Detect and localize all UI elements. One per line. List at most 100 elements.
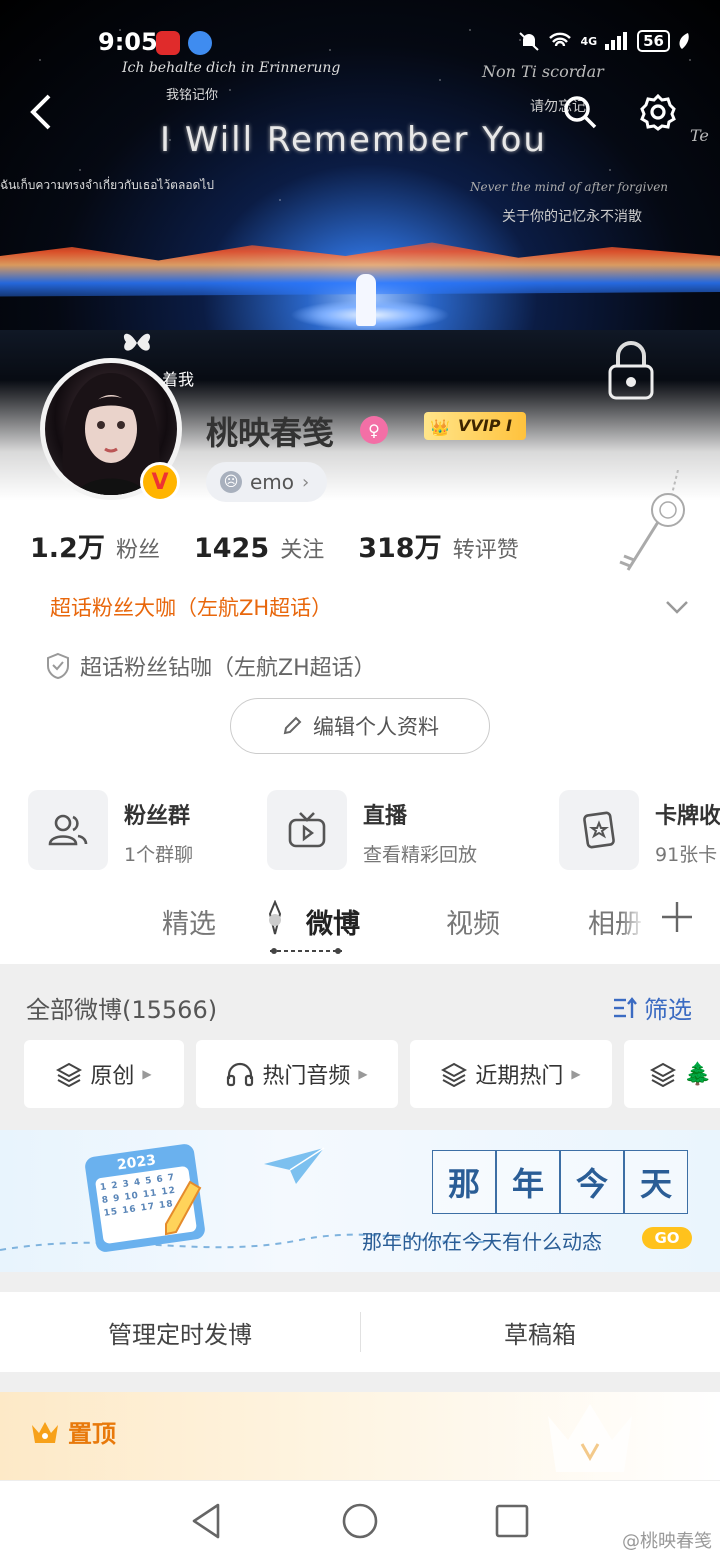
pencil-decoration-icon (165, 1180, 202, 1236)
chip-original-label: 原创 (90, 1064, 135, 1089)
memory-banner[interactable]: 2023 1 2 3 4 5 6 78 9 10 11 12 15 16 17 1… (0, 1130, 720, 1272)
feature-live[interactable]: 直播 查看精彩回放 (267, 790, 537, 870)
memory-go-button[interactable]: GO (642, 1227, 692, 1249)
edit-profile-label: 编辑个人资料 (313, 715, 439, 739)
signal-icon (605, 32, 628, 50)
sad-face-icon: ☹ (220, 471, 242, 493)
memory-char-4: 天 (624, 1150, 688, 1214)
scheduled-posts-button[interactable]: 管理定时发博 (0, 1292, 360, 1372)
butterfly-decoration-icon (123, 333, 151, 351)
banner-text-german: Ich behalte dich in Erinnerung (122, 60, 341, 76)
vvip-badge[interactable]: 👑 VVIP I (424, 412, 526, 440)
card-star-icon (583, 811, 615, 849)
stat-interactions[interactable]: 318万 转评赞 (358, 526, 518, 565)
settings-button[interactable] (638, 92, 678, 132)
memory-char-3: 今 (560, 1150, 624, 1214)
stat-following[interactable]: 1425 关注 (194, 532, 324, 564)
stats-row: 1.2万 粉丝 1425 关注 318万 转评赞 (30, 526, 519, 565)
battery-level: 56 (637, 30, 670, 52)
search-button[interactable] (560, 92, 600, 132)
super-topic-badge-secondary[interactable]: 超话粉丝钻咖（左航ZH超话） (46, 650, 376, 682)
feature-fan-group[interactable]: 粉丝群 1个群聊 (28, 790, 248, 870)
headphones-icon (227, 1062, 254, 1087)
vvip-label: VVIP I (458, 416, 512, 435)
weibo-watermark: @桃映春笺 (622, 1531, 712, 1552)
chip-tree-label: 🌲 (684, 1061, 712, 1087)
triangle-right-icon: ▶ (358, 1067, 368, 1081)
network-type: 4G (580, 34, 598, 48)
tab-featured[interactable]: 精选 (162, 902, 216, 941)
filter-button[interactable]: 筛选 (612, 990, 692, 1025)
back-arrow-icon (30, 94, 51, 130)
stat-following-label: 关注 (280, 538, 325, 563)
mood-status[interactable]: ☹ emo › (206, 462, 328, 502)
tab-weibo[interactable]: 微博 (306, 902, 360, 941)
super-topic-badge-primary[interactable]: 超话粉丝大咖（左航ZH超话） (50, 592, 332, 622)
super-topic-badge-secondary-label: 超话粉丝钻咖（左航ZH超话） (80, 656, 376, 681)
feature-live-title: 直播 (363, 804, 408, 829)
browser-app-icon (188, 31, 212, 55)
chevron-right-icon: › (302, 471, 310, 493)
status-time: 9:05 (98, 28, 158, 56)
stat-interactions-label: 转评赞 (452, 538, 519, 563)
paper-plane-icon (264, 1147, 325, 1184)
post-management: 管理定时发博 草稿箱 (0, 1292, 720, 1372)
tab-video[interactable]: 视频 (446, 902, 500, 941)
profile-page: Ich behalte dich in Erinnerung 我铭记你 I Wi… (0, 0, 720, 1560)
gear-icon (640, 93, 676, 131)
feature-live-sub: 查看精彩回放 (363, 844, 478, 866)
crown-icon: 👑 (430, 418, 450, 437)
edit-profile-button[interactable]: 编辑个人资料 (230, 698, 490, 754)
nav-recents-icon[interactable] (492, 1501, 532, 1541)
pinned-section[interactable]: 置顶 (0, 1392, 720, 1482)
filter-label: 筛选 (644, 996, 692, 1024)
cards-icon-box (559, 790, 639, 870)
drafts-button[interactable]: 草稿箱 (360, 1292, 720, 1372)
wifi-icon (549, 32, 572, 47)
mute-bell-icon (519, 32, 540, 51)
key-decoration-icon (619, 470, 685, 571)
chip-tree[interactable]: 🌲 (624, 1040, 720, 1108)
layers-icon (441, 1062, 468, 1087)
stat-followers[interactable]: 1.2万 粉丝 (30, 526, 160, 565)
triangle-right-icon: ▶ (142, 1067, 152, 1081)
crown-watermark-icon (548, 1404, 632, 1472)
stat-followers-count: 1.2万 (30, 533, 105, 564)
banner-text-te: Te (690, 126, 709, 145)
chip-recent-hot[interactable]: 近期热门 ▶ (410, 1040, 612, 1108)
stat-followers-label: 粉丝 (115, 538, 160, 563)
status-bar: 9:05 4G 56 (0, 28, 720, 58)
triangle-right-icon: ▶ (571, 1067, 581, 1081)
profile-tabs: 精选 微博 视频 相册 (0, 880, 720, 964)
crown-icon (32, 1421, 58, 1443)
pinned-label: 置顶 (68, 1420, 116, 1448)
nav-back-icon[interactable] (186, 1501, 226, 1541)
banner-text-chinese-1: 我铭记你 (166, 88, 219, 103)
feature-cards-title: 卡牌收 (655, 804, 720, 829)
chip-hot-audio[interactable]: 热门音频 ▶ (196, 1040, 398, 1108)
feature-fan-group-title: 粉丝群 (124, 804, 191, 829)
verified-v-badge: V (140, 462, 180, 502)
banner-title: I Will Remember You (160, 120, 547, 160)
stat-interactions-count: 318万 (358, 533, 442, 564)
feature-cards[interactable]: 卡牌收 91张卡 (559, 790, 720, 870)
stat-following-count: 1425 (193, 533, 270, 564)
huawei-app-icon (156, 31, 180, 55)
add-tab-icon[interactable] (660, 900, 694, 934)
chip-original[interactable]: 原创 ▶ (24, 1040, 184, 1108)
layers-icon (650, 1062, 676, 1087)
chevron-down-icon[interactable] (662, 592, 692, 622)
feature-cards-sub: 91张卡 (655, 844, 718, 866)
back-button[interactable] (20, 92, 60, 132)
chip-hot-audio-label: 热门音频 (262, 1064, 351, 1089)
nav-home-icon[interactable] (340, 1501, 380, 1541)
tab-decoration-icon (268, 900, 282, 935)
pinned-header: 置顶 (30, 1414, 116, 1449)
banner-text-thai: ฉันเก็บความทรงจำเกี่ยวกับเธอไว้ตลอดไป (0, 178, 214, 192)
banner-text-english: Never the mind of after forgiven (470, 180, 669, 194)
feature-fan-group-sub: 1个群聊 (124, 844, 194, 866)
memory-subtitle: 那年的你在今天有什么动态 (362, 1230, 602, 1254)
system-navigation-bar: @桃映春笺 (0, 1480, 720, 1560)
live-icon-box (267, 790, 347, 870)
all-posts-label: 全部微博(15566) (26, 996, 218, 1024)
